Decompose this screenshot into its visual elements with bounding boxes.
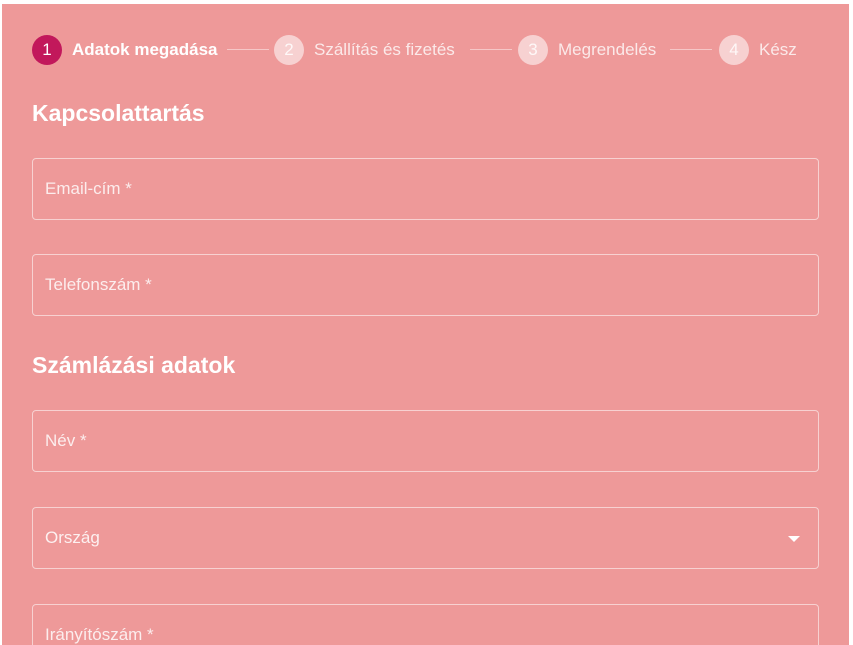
step-label: Szállítás és fizetés [314,40,455,59]
step-number-badge: 4 [719,35,749,65]
checkout-stepper: 1 Adatok megadása 2 Szállítás és fizetés… [32,35,812,65]
step-label: Adatok megadása [72,40,218,59]
step-label: Kész [759,40,797,59]
step-number-badge: 2 [274,35,304,65]
email-field[interactable] [32,158,819,220]
step-order[interactable]: 3 Megrendelés [518,35,656,65]
name-field[interactable] [32,410,819,472]
step-connector [470,49,512,50]
country-select[interactable]: Ország [32,507,819,569]
phone-input[interactable] [33,255,818,315]
step-connector [670,49,712,50]
country-select-value: Ország [45,528,100,547]
step-number-badge: 3 [518,35,548,65]
step-number-badge: 1 [32,35,62,65]
checkout-panel: 1 Adatok megadása 2 Szállítás és fizetés… [2,4,849,645]
zip-field[interactable] [32,604,819,645]
email-input[interactable] [33,159,818,219]
step-shipping-payment[interactable]: 2 Szállítás és fizetés [274,35,455,65]
step-data-entry[interactable]: 1 Adatok megadása [32,35,218,65]
phone-field[interactable] [32,254,819,316]
billing-section-title: Számlázási adatok [32,352,236,378]
step-label: Megrendelés [558,40,657,59]
step-connector [227,49,269,50]
chevron-down-icon[interactable] [788,536,800,542]
zip-input[interactable] [33,605,818,645]
contact-section-title: Kapcsolattartás [32,100,205,126]
name-input[interactable] [33,411,818,471]
step-done[interactable]: 4 Kész [719,35,797,65]
